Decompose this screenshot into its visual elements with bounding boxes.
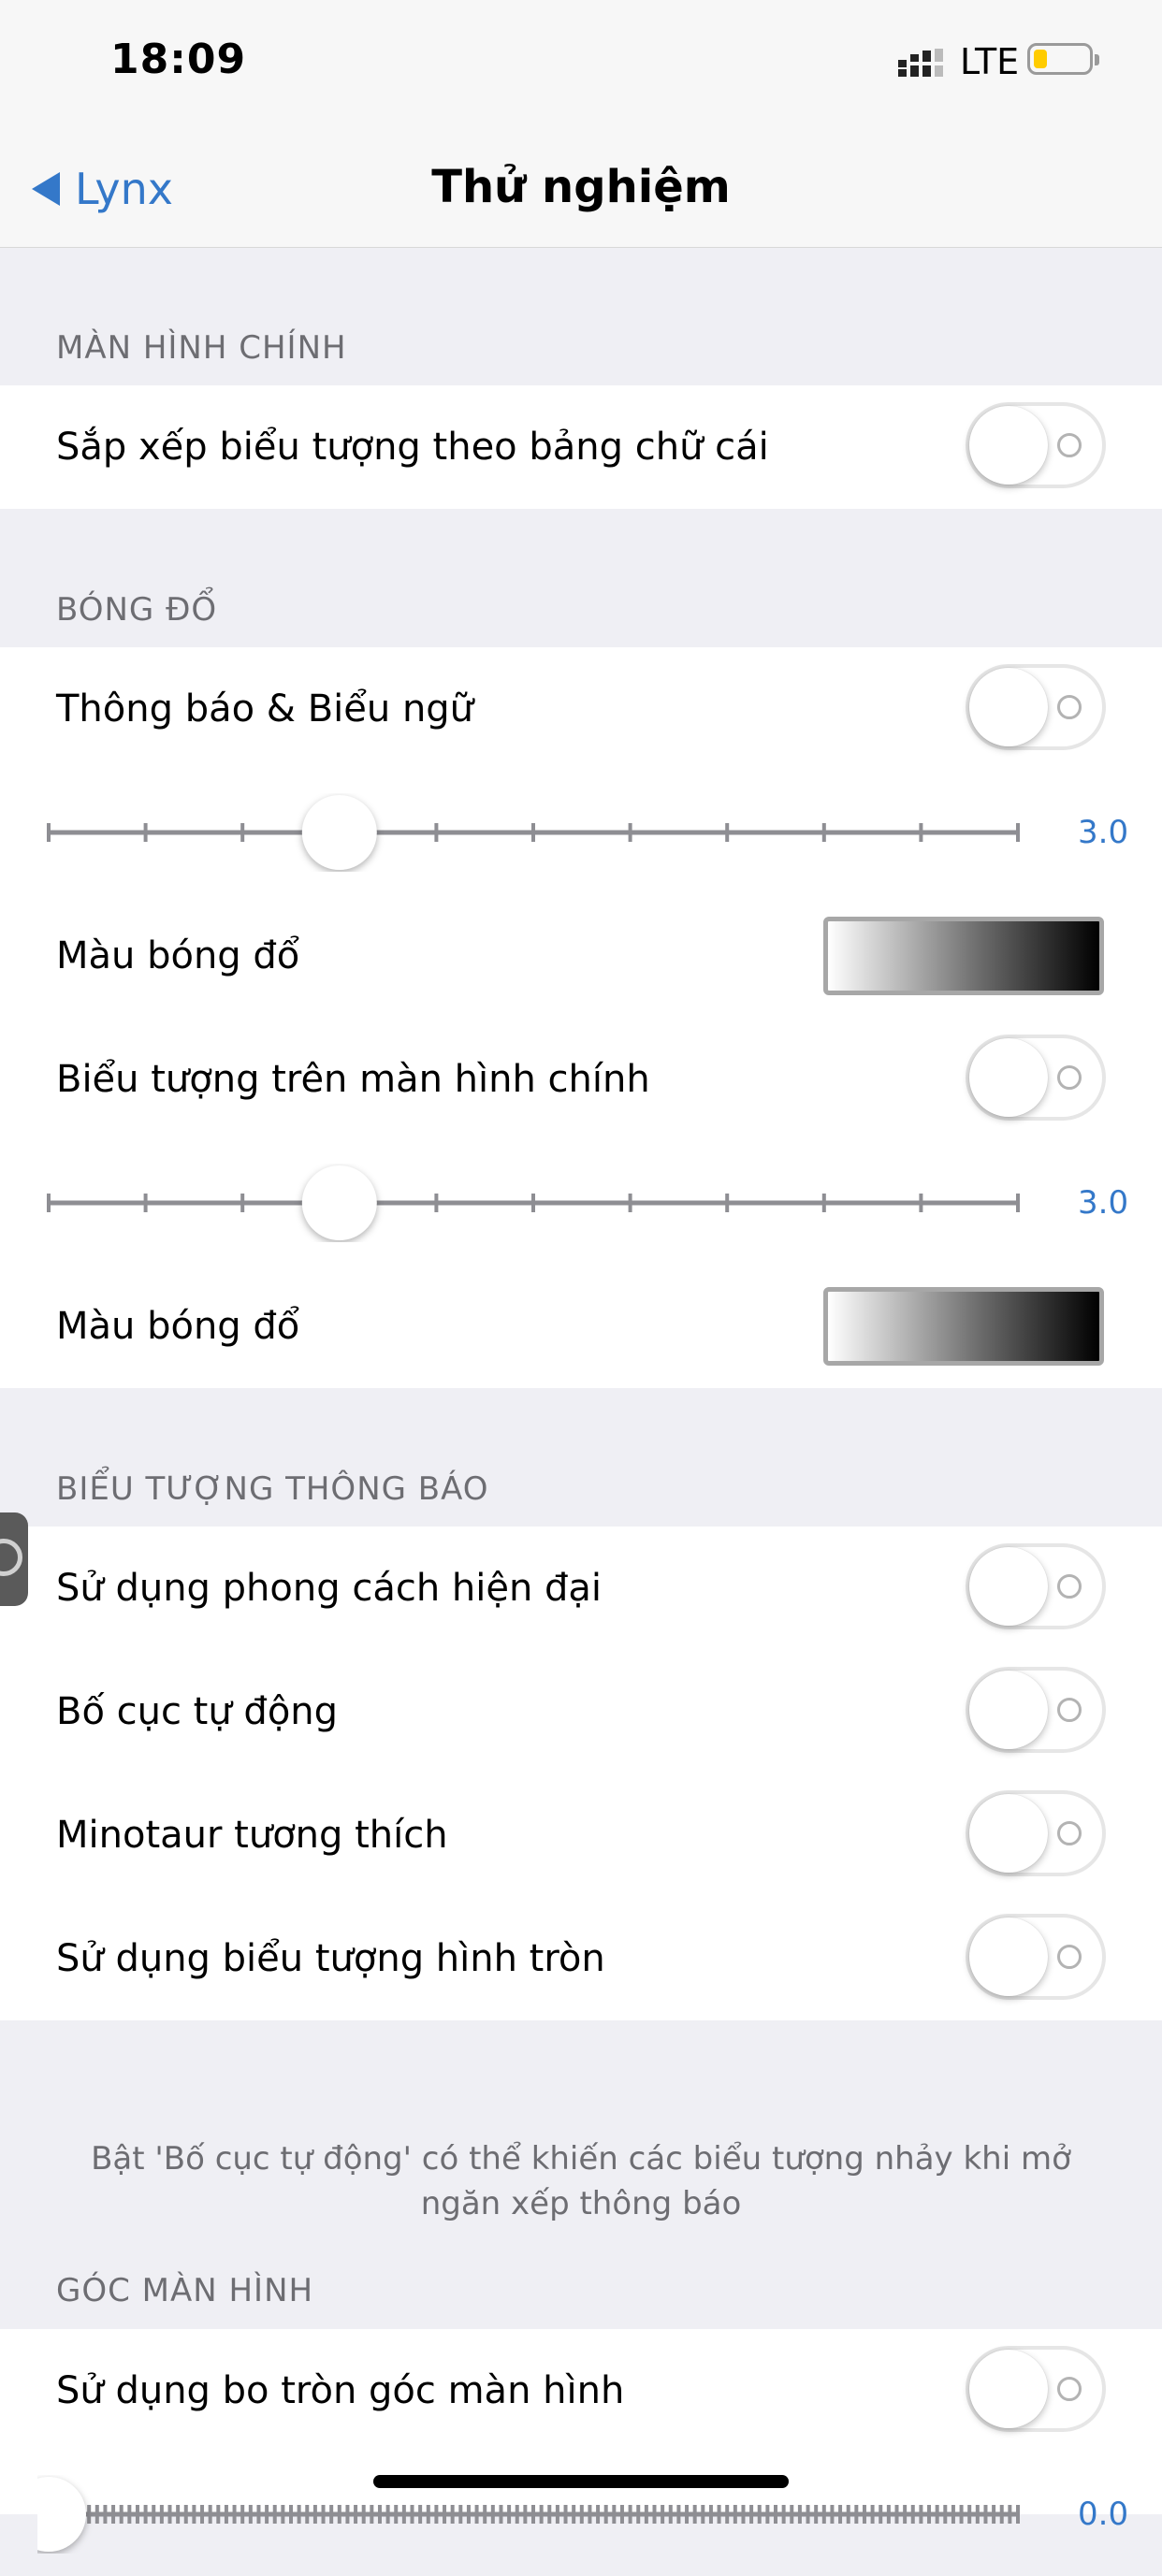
shadow-slider-row-1: 3.0 — [0, 771, 1162, 894]
shadow-slider-2[interactable] — [37, 1164, 1029, 1242]
shadow-color-well[interactable] — [823, 1287, 1104, 1366]
badge-footer-note: Bật 'Bố cục tự động' có thể khiến các bi… — [91, 2140, 1071, 2222]
row-rounded-corners: Sử dụng bo tròn góc màn hình — [0, 2329, 1162, 2453]
row-notifications-banners: Thông báo & Biểu ngữ — [0, 647, 1162, 771]
homescreen-icons-toggle[interactable] — [966, 1035, 1106, 1121]
status-bar: 18:09 LTE — [0, 0, 1162, 131]
row-label: Sắp xếp biểu tượng theo bảng chữ cái — [56, 426, 769, 469]
section-header-badge: BIỂU TƯỢNG THÔNG BÁO — [56, 1470, 489, 1508]
auto-layout-toggle[interactable] — [966, 1667, 1106, 1753]
row-sort-alphabetical: Sắp xếp biểu tượng theo bảng chữ cái — [0, 385, 1162, 509]
slider-value: 0.0 — [1078, 2496, 1129, 2533]
row-label: Bố cục tự động — [56, 1690, 339, 1733]
network-label: LTE — [960, 41, 1020, 82]
row-label: Màu bóng đổ — [56, 934, 300, 977]
section-header-shadow: BÓNG ĐỔ — [56, 591, 218, 629]
row-label: Sử dụng bo tròn góc màn hình — [56, 2369, 625, 2412]
page-title: Thử nghiệm — [431, 161, 731, 213]
row-auto-layout: Bố cục tự động — [0, 1650, 1162, 1773]
battery-icon — [1027, 43, 1099, 75]
notifications-banners-toggle[interactable] — [966, 664, 1106, 750]
group-badge: Sử dụng phong cách hiện đại Bố cục tự độ… — [0, 1527, 1162, 2020]
row-label: Biểu tượng trên màn hình chính — [56, 1058, 650, 1101]
row-circle-icons: Sử dụng biểu tượng hình tròn — [0, 1897, 1162, 2020]
group-home: Sắp xếp biểu tượng theo bảng chữ cái — [0, 385, 1162, 509]
row-label: Minotaur tương thích — [56, 1814, 448, 1857]
section-header-home: MÀN HÌNH CHÍNH — [56, 329, 347, 367]
section-header-corners: GÓC MÀN HÌNH — [56, 2272, 314, 2309]
navigation-bar: Lynx Thử nghiệm — [0, 131, 1162, 248]
signal-icon — [898, 49, 943, 77]
row-shadow-color-1: Màu bóng đổ — [0, 894, 1162, 1018]
row-label: Sử dụng phong cách hiện đại — [56, 1567, 603, 1610]
slider-value: 3.0 — [1078, 1184, 1129, 1222]
group-shadow: Thông báo & Biểu ngữ 3.0 Màu bóng đổ Biể… — [0, 647, 1162, 1388]
floating-settings-handle[interactable] — [0, 1512, 28, 1606]
corner-slider-row: 0.0 — [0, 2453, 1162, 2576]
row-label: Sử dụng biểu tượng hình tròn — [56, 1937, 605, 1980]
slider-thumb[interactable] — [37, 2477, 86, 2552]
home-indicator — [373, 2475, 789, 2488]
row-minotaur: Minotaur tương thích — [0, 1773, 1162, 1897]
rounded-corners-toggle[interactable] — [966, 2346, 1106, 2432]
slider-thumb[interactable] — [301, 1165, 377, 1240]
row-shadow-color-2: Màu bóng đổ — [0, 1265, 1162, 1388]
slider-value: 3.0 — [1078, 814, 1129, 851]
row-modern-style: Sử dụng phong cách hiện đại — [0, 1527, 1162, 1650]
circle-icons-toggle[interactable] — [966, 1914, 1106, 2000]
slider-thumb[interactable] — [301, 795, 377, 870]
sort-alphabetical-toggle[interactable] — [966, 402, 1106, 488]
settings-icon — [0, 1539, 22, 1576]
status-time: 18:09 — [110, 36, 247, 83]
minotaur-toggle[interactable] — [966, 1790, 1106, 1876]
shadow-color-well[interactable] — [823, 917, 1104, 995]
shadow-slider-row-2: 3.0 — [0, 1141, 1162, 1265]
row-label: Màu bóng đổ — [56, 1305, 300, 1348]
row-label: Thông báo & Biểu ngữ — [56, 687, 474, 731]
modern-style-toggle[interactable] — [966, 1543, 1106, 1629]
row-homescreen-icons: Biểu tượng trên màn hình chính — [0, 1018, 1162, 1141]
shadow-slider-1[interactable] — [37, 793, 1029, 872]
